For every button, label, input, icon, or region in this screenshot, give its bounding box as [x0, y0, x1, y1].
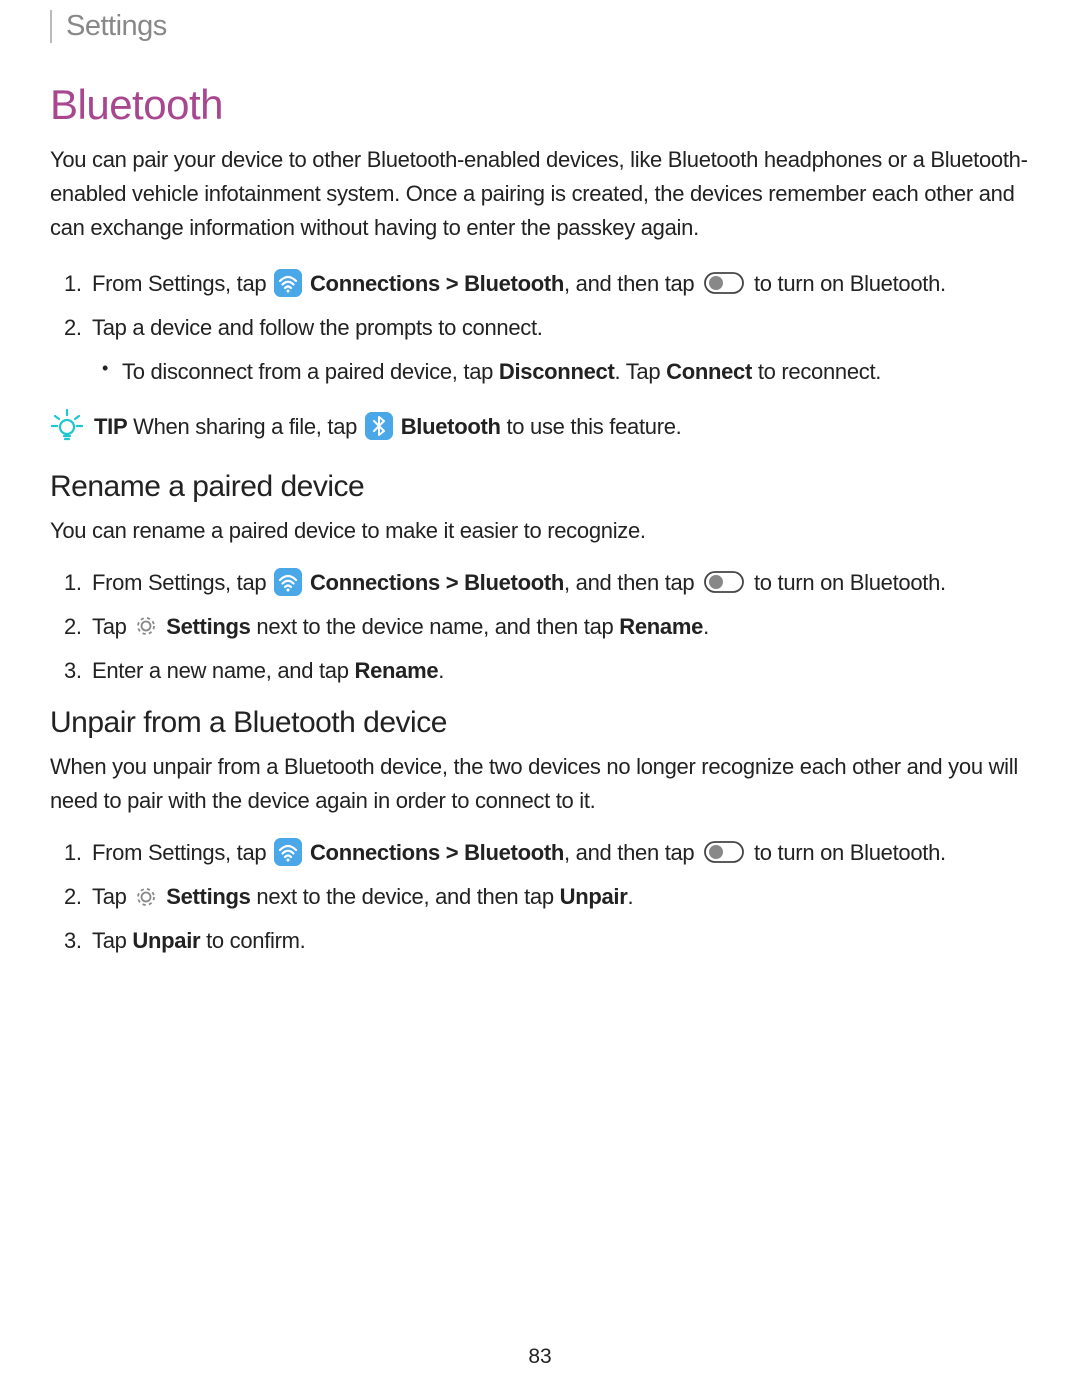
step-2-sublist: To disconnect from a paired device, tap …	[92, 355, 1030, 389]
page-number: 83	[528, 1345, 551, 1369]
step-2-sub: To disconnect from a paired device, tap …	[122, 355, 1030, 389]
breadcrumb-header: Settings	[50, 10, 1030, 43]
toggle-icon	[704, 570, 744, 594]
main-steps-list: 1. From Settings, tap Connections > Blue…	[50, 267, 1030, 389]
toggle-icon	[704, 271, 744, 295]
bluetooth-icon	[365, 412, 393, 440]
breadcrumb-text: Settings	[66, 10, 167, 42]
tip-text: TIP When sharing a file, tap Bluetooth t…	[94, 408, 681, 444]
step-2: 2. Tap a device and follow the prompts t…	[92, 311, 1030, 389]
unpair-step-2: 2. Tap Settings next to the device, and …	[92, 880, 1030, 914]
page-title: Bluetooth	[50, 81, 1030, 129]
unpair-section-title: Unpair from a Bluetooth device	[50, 706, 1030, 740]
connections-icon	[274, 269, 302, 297]
unpair-step-1: 1. From Settings, tap Connections > Blue…	[92, 836, 1030, 870]
rename-intro: You can rename a paired device to make i…	[50, 514, 1030, 548]
tip-lightbulb-icon	[50, 408, 84, 442]
step-1: 1. From Settings, tap Connections > Blue…	[92, 267, 1030, 301]
unpair-intro: When you unpair from a Bluetooth device,…	[50, 750, 1030, 818]
gear-icon	[134, 614, 158, 638]
rename-section-title: Rename a paired device	[50, 470, 1030, 504]
intro-paragraph: You can pair your device to other Blueto…	[50, 143, 1030, 245]
gear-icon	[134, 885, 158, 909]
unpair-step-3: 3. Tap Unpair to confirm.	[92, 924, 1030, 958]
toggle-icon	[704, 840, 744, 864]
rename-step-1: 1. From Settings, tap Connections > Blue…	[92, 566, 1030, 600]
connections-icon	[274, 838, 302, 866]
tip-block: TIP When sharing a file, tap Bluetooth t…	[50, 408, 1030, 444]
rename-steps-list: 1. From Settings, tap Connections > Blue…	[50, 566, 1030, 688]
connections-icon	[274, 568, 302, 596]
rename-step-2: 2. Tap Settings next to the device name,…	[92, 610, 1030, 644]
unpair-steps-list: 1. From Settings, tap Connections > Blue…	[50, 836, 1030, 958]
rename-step-3: 3. Enter a new name, and tap Rename.	[92, 654, 1030, 688]
